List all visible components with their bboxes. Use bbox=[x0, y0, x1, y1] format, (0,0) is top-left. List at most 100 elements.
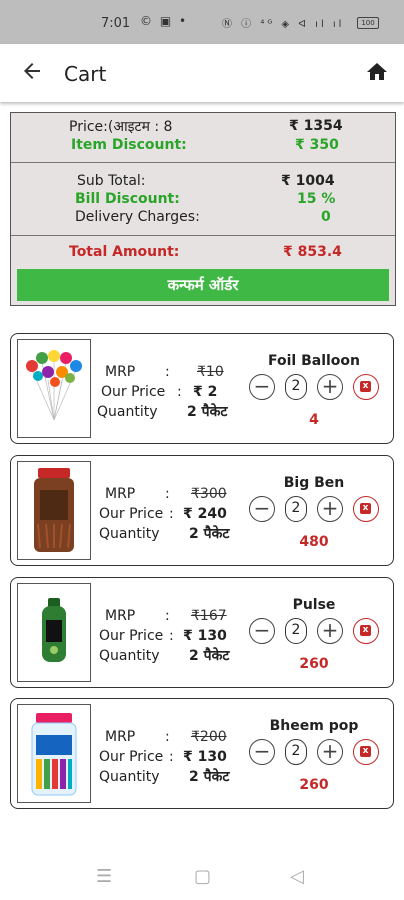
divider bbox=[11, 162, 395, 163]
recent-apps-button[interactable]: ☰ bbox=[96, 866, 112, 887]
mrp-label: MRP bbox=[105, 608, 136, 624]
colon: : bbox=[165, 364, 170, 380]
delete-icon: x bbox=[360, 503, 371, 514]
app-bar: Cart bbox=[0, 44, 404, 102]
delete-button[interactable]: x bbox=[353, 618, 379, 644]
colon: : bbox=[165, 608, 170, 624]
order-summary: Price:(आइटम : 8 ₹ 1354 Item Discount: ₹ … bbox=[10, 112, 396, 306]
item-total: 4 bbox=[309, 412, 319, 428]
back-arrow-icon[interactable] bbox=[20, 59, 44, 83]
quantity-label: Quantity bbox=[97, 404, 158, 420]
subtotal-value: ₹ 1004 bbox=[281, 173, 335, 189]
total-amount-value: ₹ 853.4 bbox=[283, 244, 342, 260]
price-value: ₹ 1354 bbox=[289, 118, 343, 134]
quantity-stepper: − 2 + x bbox=[249, 496, 389, 526]
home-button[interactable]: ▢ bbox=[194, 866, 211, 887]
colon: : bbox=[169, 628, 174, 644]
quantity-stepper: − 2 + x bbox=[249, 739, 389, 769]
bill-discount-value: 15 % bbox=[297, 191, 336, 207]
quantity-value: 2 पैकेट bbox=[189, 526, 230, 542]
our-price-label: Our Price bbox=[101, 384, 166, 400]
our-price-label: Our Price bbox=[99, 628, 164, 644]
decrease-button[interactable]: − bbox=[249, 496, 275, 522]
decrease-button[interactable]: − bbox=[249, 618, 275, 644]
quantity-label: Quantity bbox=[99, 526, 160, 542]
quantity-label: Quantity bbox=[99, 648, 160, 664]
product-image-candy-jar bbox=[17, 704, 91, 803]
product-name: Big Ben bbox=[283, 475, 345, 491]
our-price-label: Our Price bbox=[99, 506, 164, 522]
mrp-label: MRP bbox=[105, 486, 136, 502]
confirm-order-button[interactable]: कन्फर्म ऑर्डर bbox=[17, 269, 389, 301]
quantity-label: Quantity bbox=[99, 769, 160, 785]
system-icons: Ⓝ ⓘ ⁴ᴳ ◈ ᐊ ıl ıl bbox=[222, 19, 345, 30]
increase-button[interactable]: + bbox=[317, 739, 343, 765]
mrp-label: MRP bbox=[105, 364, 136, 380]
mrp-label: MRP bbox=[105, 729, 136, 745]
decrease-button[interactable]: − bbox=[249, 739, 275, 765]
divider bbox=[11, 235, 395, 236]
quantity-value: 2 पैकेट bbox=[187, 404, 228, 420]
subtotal-label: Sub Total: bbox=[77, 173, 146, 189]
decrease-button[interactable]: − bbox=[249, 374, 275, 400]
price-label: Price:(आइटम : 8 bbox=[69, 119, 173, 135]
item-discount-label: Item Discount: bbox=[71, 137, 187, 153]
notification-icons: © ▣ • bbox=[140, 14, 189, 28]
cart-item-card: MRP: ₹10 Our Price: ₹ 2 Quantity 2 पैकेट Fo… bbox=[10, 333, 394, 444]
bill-discount-label: Bill Discount: bbox=[75, 191, 180, 207]
delete-icon: x bbox=[360, 381, 371, 392]
increase-button[interactable]: + bbox=[317, 496, 343, 522]
increase-button[interactable]: + bbox=[317, 374, 343, 400]
delivery-value: 0 bbox=[321, 209, 331, 225]
mrp-value: ₹167 bbox=[191, 608, 227, 624]
colon: : bbox=[169, 506, 174, 522]
our-price-value: ₹ 2 bbox=[193, 384, 218, 400]
mrp-value: ₹10 bbox=[197, 364, 224, 380]
quantity-count: 2 bbox=[285, 496, 307, 522]
our-price-value: ₹ 130 bbox=[183, 749, 227, 765]
product-image-pulse bbox=[17, 583, 91, 682]
delete-button[interactable]: x bbox=[353, 496, 379, 522]
our-price-value: ₹ 240 bbox=[183, 506, 227, 522]
quantity-value: 2 पैकेट bbox=[189, 648, 230, 664]
colon: : bbox=[169, 749, 174, 765]
mrp-value: ₹200 bbox=[191, 729, 227, 745]
increase-button[interactable]: + bbox=[317, 618, 343, 644]
product-name: Foil Balloon bbox=[267, 353, 360, 369]
our-price-value: ₹ 130 bbox=[183, 628, 227, 644]
delete-button[interactable]: x bbox=[353, 739, 379, 765]
delete-button[interactable]: x bbox=[353, 374, 379, 400]
home-icon[interactable] bbox=[365, 60, 389, 84]
cart-item-card: MRP: ₹200 Our Price: ₹ 130 Quantity 2 पैकेट… bbox=[10, 698, 394, 809]
colon: : bbox=[165, 486, 170, 502]
product-name: Bheem pop bbox=[269, 718, 359, 734]
delete-icon: x bbox=[360, 625, 371, 636]
product-image-jar bbox=[17, 461, 91, 560]
product-name: Pulse bbox=[292, 597, 336, 613]
cart-item-card: MRP: ₹167 Our Price: ₹ 130 Quantity 2 पैकेट… bbox=[10, 577, 394, 688]
quantity-count: 2 bbox=[285, 739, 307, 765]
item-total: 480 bbox=[299, 534, 329, 550]
cart-item-card: MRP: ₹300 Our Price: ₹ 240 Quantity 2 पैकेट… bbox=[10, 455, 394, 566]
battery-icon: 100 bbox=[357, 17, 379, 29]
quantity-stepper: − 2 + x bbox=[249, 374, 389, 404]
system-nav-bar: ☰ ▢ ◁ bbox=[0, 852, 404, 900]
item-discount-value: ₹ 350 bbox=[295, 137, 339, 153]
page-title: Cart bbox=[64, 62, 107, 86]
delete-icon: x bbox=[360, 746, 371, 757]
total-amount-label: Total Amount: bbox=[69, 244, 180, 260]
item-total: 260 bbox=[299, 777, 329, 793]
mrp-value: ₹300 bbox=[191, 486, 227, 502]
item-total: 260 bbox=[299, 656, 329, 672]
our-price-label: Our Price bbox=[99, 749, 164, 765]
back-button[interactable]: ◁ bbox=[290, 866, 304, 887]
quantity-value: 2 पैकेट bbox=[189, 769, 230, 785]
quantity-count: 2 bbox=[285, 618, 307, 644]
status-time: 7:01 bbox=[101, 16, 131, 31]
delivery-label: Delivery Charges: bbox=[75, 209, 200, 225]
colon: : bbox=[165, 729, 170, 745]
quantity-count: 2 bbox=[285, 374, 307, 400]
status-bar: 7:01 © ▣ • Ⓝ ⓘ ⁴ᴳ ◈ ᐊ ıl ıl 100 bbox=[0, 0, 404, 44]
quantity-stepper: − 2 + x bbox=[249, 618, 389, 648]
colon: : bbox=[177, 384, 182, 400]
